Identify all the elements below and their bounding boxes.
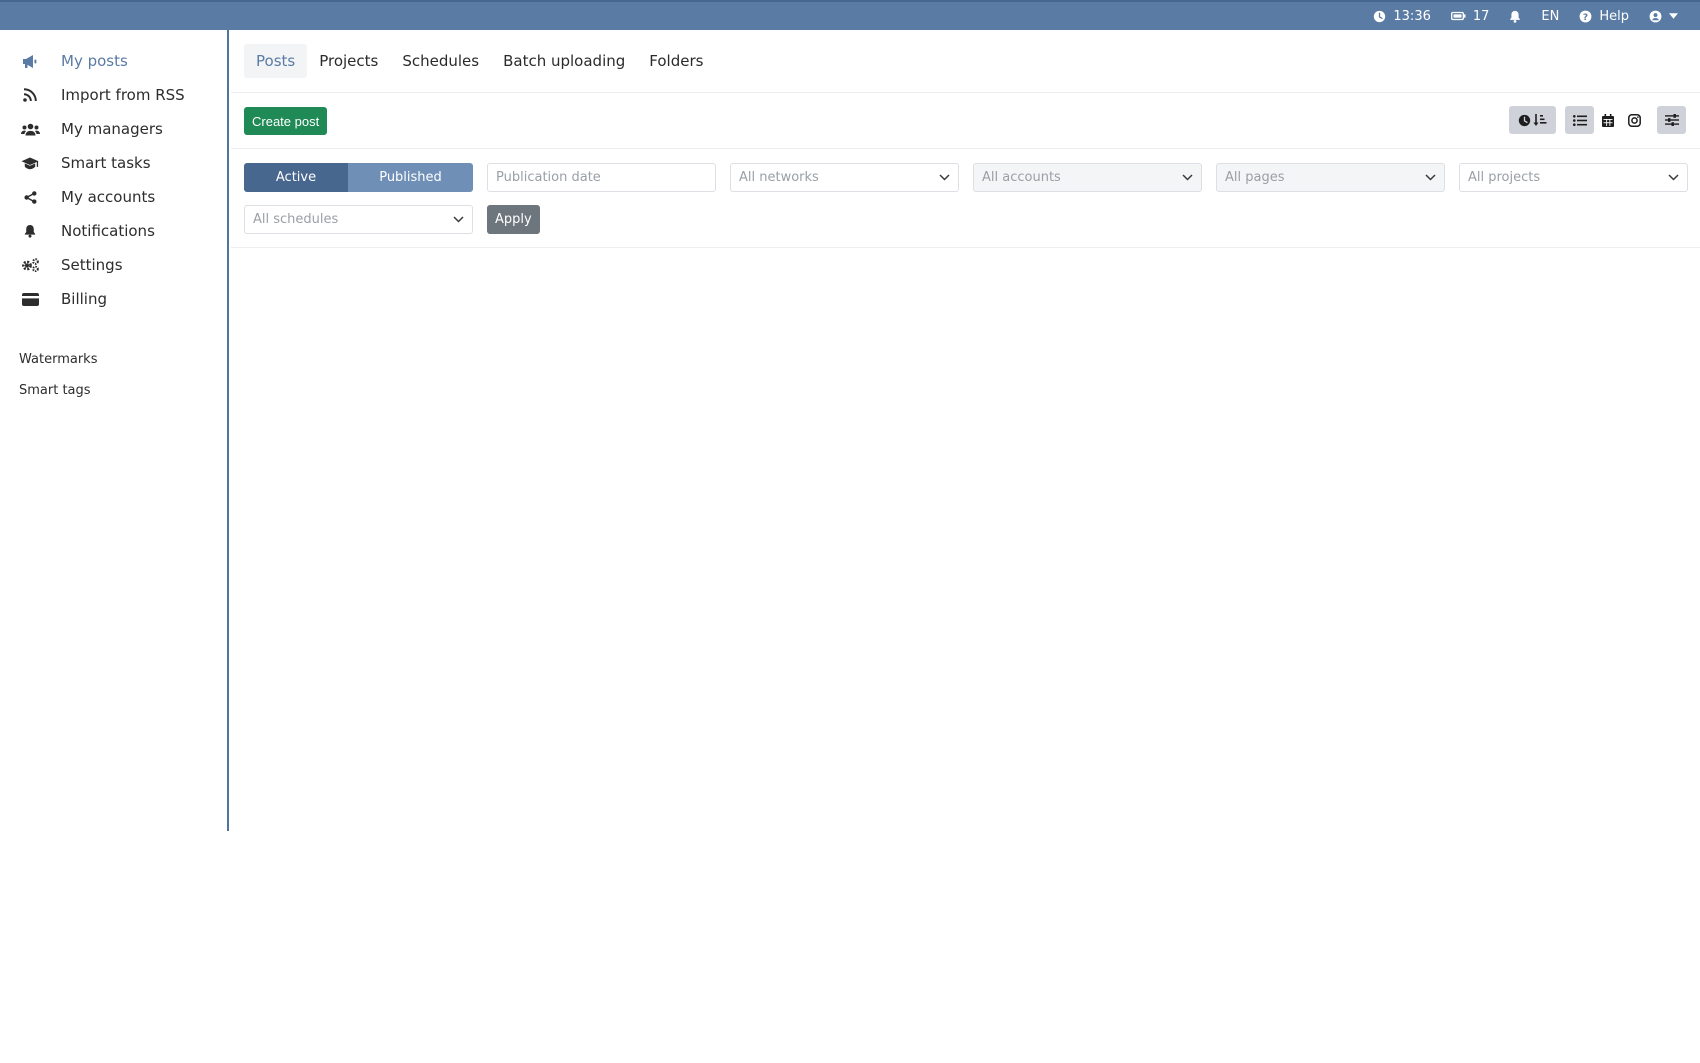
share-icon — [18, 190, 42, 204]
sidebar-item-smart-tasks[interactable]: Smart tasks — [18, 148, 151, 178]
user-circle-icon — [1649, 10, 1662, 23]
view-toolbar — [1509, 106, 1686, 134]
sidebar-item-notifications[interactable]: Notifications — [18, 216, 155, 246]
schedules-value: All schedules — [253, 212, 339, 227]
sidebar-item-label: Notifications — [61, 222, 155, 240]
sidebar-item-my-managers[interactable]: My managers — [18, 114, 163, 144]
graduation-cap-icon — [18, 157, 42, 170]
chevron-down-icon — [1181, 174, 1193, 181]
accounts-select[interactable]: All accounts — [973, 163, 1202, 192]
sidebar-item-label: My managers — [61, 120, 163, 138]
list-view-button[interactable] — [1565, 106, 1594, 134]
sidebar-item-label: Settings — [61, 256, 123, 274]
calendar-view-button[interactable] — [1594, 106, 1621, 134]
apply-button[interactable]: Apply — [487, 205, 540, 234]
tab-projects[interactable]: Projects — [307, 44, 390, 78]
sidebar-item-import-from-rss[interactable]: Import from RSS — [18, 80, 185, 110]
sidebar: My posts Import from RSS My managers Sma… — [0, 30, 229, 831]
credit-card-icon — [18, 292, 42, 306]
tab-posts[interactable]: Posts — [244, 44, 308, 78]
networks-value: All networks — [739, 170, 819, 185]
sort-amount-down-icon — [1533, 113, 1547, 127]
sidebar-item-label: Smart tasks — [61, 154, 151, 172]
sidebar-item-label: My accounts — [61, 188, 156, 206]
clock-indicator: 13:36 — [1373, 8, 1431, 24]
sort-by-time-button[interactable] — [1509, 106, 1556, 134]
help-label: Help — [1599, 8, 1629, 24]
publication-date-placeholder: Publication date — [496, 170, 601, 185]
publication-date-input[interactable]: Publication date — [487, 163, 716, 192]
status-active-button[interactable]: Active — [244, 163, 348, 192]
gears-icon — [18, 258, 42, 272]
language-label: EN — [1541, 8, 1560, 24]
pages-select[interactable]: All pages — [1216, 163, 1445, 192]
clock-icon — [1373, 10, 1386, 23]
question-circle-icon: ? — [1579, 10, 1592, 23]
instagram-icon — [1628, 113, 1641, 127]
divider — [231, 247, 1700, 248]
svg-text:?: ? — [1583, 12, 1588, 22]
top-bar: 13:36 17 EN ? Help — [0, 0, 1700, 30]
sidebar-item-label: Import from RSS — [61, 86, 185, 104]
rss-icon — [18, 88, 42, 102]
sidebar-item-my-accounts[interactable]: My accounts — [18, 182, 155, 212]
sidebar-link-smart-tags[interactable]: Smart tags — [19, 383, 91, 398]
battery-icon — [1450, 11, 1466, 21]
sliders-icon — [1664, 114, 1679, 126]
clock-icon — [1518, 114, 1531, 127]
accounts-value: All accounts — [982, 170, 1061, 185]
user-menu[interactable] — [1649, 10, 1678, 23]
sidebar-item-my-posts[interactable]: My posts — [18, 46, 128, 76]
credits-indicator[interactable]: 17 — [1450, 8, 1490, 24]
clock-time: 13:36 — [1393, 8, 1431, 24]
create-post-button[interactable]: Create post — [244, 107, 328, 135]
language-switcher[interactable]: EN — [1541, 9, 1559, 24]
notifications-button[interactable] — [1509, 10, 1521, 23]
users-icon — [18, 123, 42, 136]
sidebar-item-label: My posts — [61, 52, 128, 70]
projects-value: All projects — [1468, 170, 1541, 185]
calendar-icon — [1601, 113, 1614, 127]
chevron-down-icon — [1424, 174, 1436, 181]
filters-toggle-button[interactable] — [1657, 106, 1686, 134]
tab-schedules[interactable]: Schedules — [390, 44, 491, 78]
status-published-button[interactable]: Published — [348, 163, 473, 192]
sidebar-item-label: Billing — [61, 290, 107, 308]
sidebar-item-billing[interactable]: Billing — [18, 284, 107, 314]
status-toggle: Active Published — [244, 163, 473, 192]
help-link[interactable]: ? Help — [1579, 9, 1629, 24]
bell-icon — [1509, 10, 1521, 23]
chevron-down-icon — [1667, 174, 1679, 181]
tab-folders[interactable]: Folders — [637, 44, 715, 78]
networks-select[interactable]: All networks — [730, 163, 959, 192]
instagram-view-button[interactable] — [1621, 106, 1648, 134]
tabs: Posts Projects Schedules Batch uploading… — [244, 44, 715, 78]
caret-down-icon — [1669, 13, 1678, 19]
credits-count: 17 — [1472, 8, 1490, 24]
chevron-down-icon — [452, 216, 464, 223]
tab-batch-uploading[interactable]: Batch uploading — [491, 44, 637, 78]
sidebar-item-settings[interactable]: Settings — [18, 250, 123, 280]
divider — [231, 92, 1700, 93]
divider — [231, 148, 1700, 149]
bell-icon — [18, 224, 42, 238]
pages-value: All pages — [1225, 170, 1285, 185]
megaphone-icon — [18, 54, 42, 69]
chevron-down-icon — [938, 174, 950, 181]
projects-select[interactable]: All projects — [1459, 163, 1688, 192]
main-content: Posts Projects Schedules Batch uploading… — [231, 30, 1700, 831]
schedules-select[interactable]: All schedules — [244, 205, 473, 234]
list-icon — [1572, 114, 1587, 126]
sidebar-link-watermarks[interactable]: Watermarks — [19, 352, 97, 367]
